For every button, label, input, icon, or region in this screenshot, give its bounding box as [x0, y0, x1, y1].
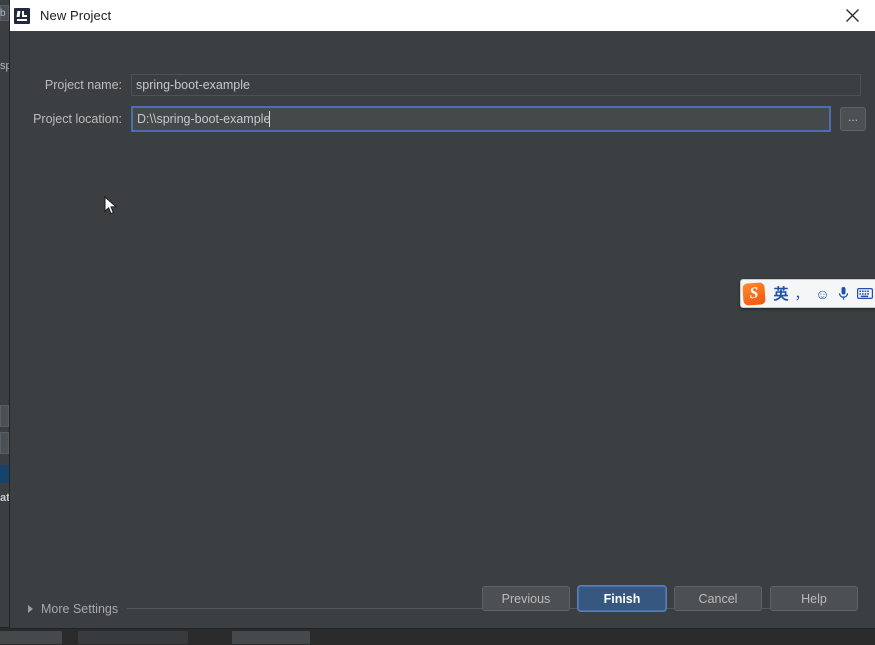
- project-name-label: Project name:: [44, 78, 122, 92]
- background-left-tile: [0, 405, 9, 427]
- finish-button[interactable]: Finish: [578, 586, 666, 611]
- background-left-label-0: b: [0, 8, 6, 19]
- dialog-body: Project name: Project location: ... More…: [10, 31, 875, 628]
- taskbar-item[interactable]: [232, 631, 310, 644]
- sogou-logo-letter: S: [748, 284, 760, 302]
- previous-button[interactable]: Previous: [482, 586, 570, 611]
- sogou-ime-toolbar[interactable]: S 英 ， ☺: [740, 279, 875, 308]
- emoji-icon[interactable]: ☺: [812, 283, 833, 305]
- project-name-input[interactable]: [131, 74, 861, 96]
- intellij-idea-icon: [14, 7, 30, 24]
- background-left-label-1: sp: [0, 60, 10, 72]
- dialog-footer: Previous Finish Cancel Help: [482, 586, 858, 611]
- project-location-field-wrapper[interactable]: [131, 106, 831, 132]
- project-name-row: Project name:: [10, 74, 875, 96]
- background-left-selected-row: [0, 465, 9, 483]
- close-icon[interactable]: [829, 0, 875, 31]
- keyboard-icon[interactable]: [854, 283, 875, 305]
- punctuation-toggle-icon[interactable]: ，: [791, 283, 812, 305]
- browse-location-button[interactable]: ...: [840, 107, 866, 131]
- new-project-dialog: New Project Project name: Project locati…: [10, 0, 875, 628]
- project-location-label: Project location:: [33, 112, 122, 126]
- project-location-row: Project location: ...: [10, 106, 875, 132]
- help-button[interactable]: Help: [770, 586, 858, 611]
- more-settings-label: More Settings: [41, 601, 119, 616]
- taskbar[interactable]: [0, 627, 875, 645]
- dialog-titlebar[interactable]: New Project: [10, 0, 875, 31]
- chevron-right-icon: [28, 604, 33, 613]
- project-location-input[interactable]: [133, 108, 829, 130]
- dialog-title: New Project: [40, 8, 112, 23]
- text-caret: [269, 111, 271, 127]
- background-left-tile: [0, 432, 9, 454]
- background-left-label-2: at: [0, 492, 10, 504]
- cancel-button[interactable]: Cancel: [674, 586, 762, 611]
- taskbar-item[interactable]: [78, 631, 188, 644]
- microphone-icon[interactable]: [833, 283, 854, 305]
- taskbar-item[interactable]: [0, 631, 62, 644]
- sogou-logo[interactable]: S: [742, 281, 766, 306]
- language-mode-chinese[interactable]: 英: [771, 283, 791, 305]
